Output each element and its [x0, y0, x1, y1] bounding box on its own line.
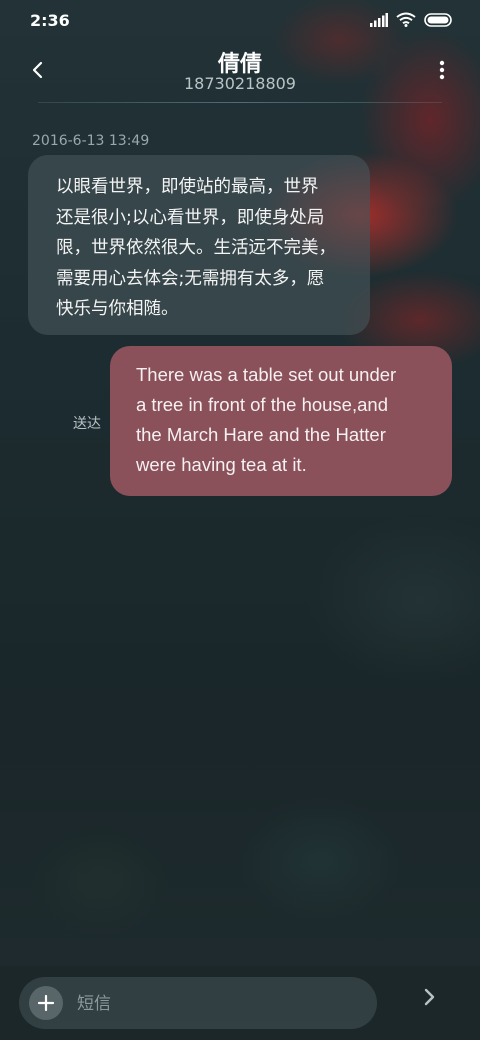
composer-bar [0, 966, 480, 1040]
conversation-header: 倩倩 18730218809 [0, 40, 480, 104]
incoming-message-text: 以眼看世界，即使站的最高，世界 还是很小;以心看世界，即使身处局 限，世界依然很… [56, 177, 336, 319]
status-bar: 2:36 [0, 0, 480, 40]
more-vertical-icon [439, 60, 445, 80]
composer-field [19, 977, 377, 1029]
add-attachment-button[interactable] [29, 986, 63, 1020]
status-icons [370, 12, 454, 27]
send-chevron-icon [424, 988, 435, 1006]
more-options-button[interactable] [426, 54, 458, 86]
status-time: 2:36 [30, 11, 70, 30]
battery-icon [424, 12, 452, 27]
wifi-icon [396, 12, 416, 27]
send-button[interactable] [414, 982, 444, 1012]
outgoing-message-bubble[interactable]: There was a table set out under a tree i… [110, 346, 452, 496]
contact-number: 18730218809 [184, 74, 296, 93]
message-timestamp: 2016-6-13 13:49 [32, 133, 150, 149]
delivery-status: 送达 [73, 416, 101, 432]
header-divider [38, 102, 442, 103]
plus-icon [38, 995, 54, 1011]
signal-icon [370, 12, 388, 27]
message-input[interactable] [75, 987, 369, 1021]
incoming-message-bubble[interactable]: 以眼看世界，即使站的最高，世界 还是很小;以心看世界，即使身处局 限，世界依然很… [28, 155, 370, 335]
outgoing-message-text: There was a table set out under a tree i… [136, 364, 397, 475]
